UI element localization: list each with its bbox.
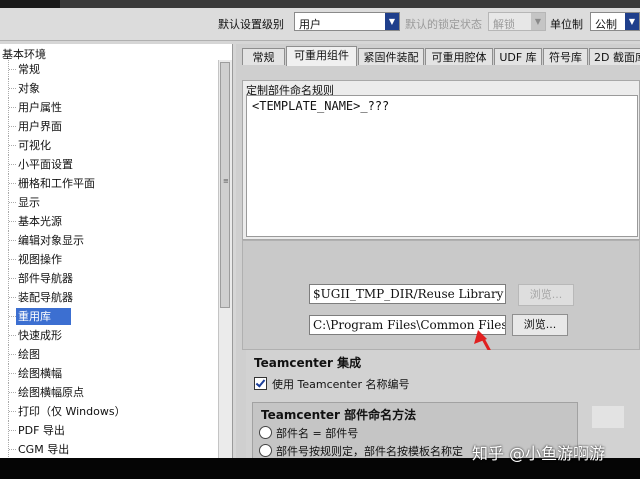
reuse-path-input-1[interactable]: $UGII_TMP_DIR/Reuse Library — [309, 284, 506, 304]
default-level-value: 用户 — [299, 18, 321, 31]
unit-value: 公制 — [595, 18, 617, 31]
tree-item-label: CGM 导出 — [18, 443, 70, 456]
unit-select[interactable]: 公制 ▼ — [590, 12, 640, 31]
tree-item[interactable]: 绘图横幅原点 — [0, 383, 218, 402]
use-teamcenter-naming-label: 使用 Teamcenter 名称编号 — [272, 378, 410, 391]
tree-item-label: 装配导航器 — [18, 291, 73, 304]
use-teamcenter-naming-row[interactable]: 使用 Teamcenter 名称编号 — [254, 376, 409, 392]
tree-item[interactable]: 用户界面 — [0, 117, 218, 136]
default-level-label: 默认设置级别 — [218, 18, 284, 31]
radio-row-part-name[interactable]: 部件名 = 部件号 — [259, 425, 358, 441]
tree-item[interactable]: 装配导航器 — [0, 288, 218, 307]
tree-item[interactable]: 显示 — [0, 193, 218, 212]
tree-item[interactable]: 重用库 — [0, 307, 218, 326]
chevron-down-icon[interactable]: ▼ — [531, 13, 545, 30]
naming-rule-group: 定制部件命名规则 <TEMPLATE_NAME>_??? — [242, 80, 640, 240]
tree-item[interactable]: 绘图 — [0, 345, 218, 364]
radio-row-template-name[interactable]: 部件号按规则定，部件名按模板名称定 — [259, 443, 463, 458]
category-tree: 基本环境 常规 对象 用户属性 用户界面 可视化 小平面设置 栅格和工作平面 显示 基本光源 编辑… — [0, 44, 233, 458]
watermark-text: 知乎 @小鱼游啊游 — [472, 444, 606, 463]
tree-item[interactable]: 快速成形 — [0, 326, 218, 345]
tree-item-label: 可视化 — [18, 139, 51, 152]
tree-item-label: 编辑对象显示 — [18, 234, 84, 247]
tree-item[interactable]: CGM 导出 — [0, 440, 218, 458]
teamcenter-title: Teamcenter 集成 — [254, 356, 362, 370]
radio-template-name[interactable] — [259, 444, 272, 457]
tree-item[interactable]: PDF 导出 — [0, 421, 218, 440]
tree-item-label: 对象 — [18, 82, 40, 95]
tree-item[interactable]: 编辑对象显示 — [0, 231, 218, 250]
tree-item-label: 用户属性 — [18, 101, 62, 114]
browse-button-1[interactable]: 浏览... — [518, 284, 574, 306]
tree-item-label: PDF 导出 — [18, 424, 65, 437]
tree-item-label: 用户界面 — [18, 120, 62, 133]
tree-item[interactable]: 可视化 — [0, 136, 218, 155]
tree-item-label: 部件导航器 — [18, 272, 73, 285]
scrollbar-thumb[interactable]: ≡ — [220, 62, 230, 308]
chevron-down-icon[interactable]: ▼ — [385, 13, 399, 30]
tree-item-label: 绘图 — [18, 348, 40, 361]
lock-state-select[interactable]: 解锁 ▼ — [488, 12, 546, 31]
lock-state-value: 解锁 — [493, 18, 515, 31]
naming-rule-textarea[interactable]: <TEMPLATE_NAME>_??? — [246, 95, 638, 237]
unit-label: 单位制 — [550, 18, 583, 31]
library-paths-area: $UGII_TMP_DIR/Reuse Library 浏览... C:\Pro… — [242, 240, 640, 350]
tree-item[interactable]: 打印（仅 Windows） — [0, 402, 218, 421]
tree-item-label: 视图操作 — [18, 253, 62, 266]
radio-part-name-eq-number[interactable] — [259, 426, 272, 439]
tree-item-label: 栅格和工作平面 — [18, 177, 95, 190]
tree-item-label: 打印（仅 Windows） — [18, 405, 126, 418]
tree-item[interactable]: 栅格和工作平面 — [0, 174, 218, 193]
tree-item-label: 常规 — [18, 63, 40, 76]
customer-defaults-dialog: 默认设置级别 用户 ▼ 默认的锁定状态 解锁 ▼ 单位制 公制 ▼ 基本环境 常… — [0, 0, 640, 458]
tab-1[interactable]: 可重用组件 — [286, 46, 357, 66]
tree-item-label: 绘图横幅 — [18, 367, 62, 380]
tree-list: 常规对象用户属性用户界面可视化小平面设置栅格和工作平面 显示基本光源编辑对象显示视… — [0, 60, 218, 458]
radio-part-name-label: 部件名 = 部件号 — [276, 427, 359, 440]
title-strip — [0, 0, 640, 8]
tree-item-label: 快速成形 — [18, 329, 62, 342]
tree-item-label: 显示 — [18, 196, 40, 209]
tree-item[interactable]: 绘图横幅 — [0, 364, 218, 383]
tree-item-label: 基本光源 — [18, 215, 62, 228]
tree-item[interactable]: 视图操作 — [0, 250, 218, 269]
tree-item[interactable]: 小平面设置 — [0, 155, 218, 174]
chevron-down-icon[interactable]: ▼ — [625, 13, 639, 30]
tree-scrollbar[interactable]: ≡ — [218, 60, 232, 458]
settings-toolbar: 默认设置级别 用户 ▼ 默认的锁定状态 解锁 ▼ 单位制 公制 ▼ — [0, 8, 640, 41]
tree-item[interactable]: 用户属性 — [0, 98, 218, 117]
tree-item[interactable]: 部件导航器 — [0, 269, 218, 288]
default-level-select[interactable]: 用户 ▼ — [294, 12, 400, 31]
tree-item[interactable]: 基本光源 — [0, 212, 218, 231]
tree-item-label: 小平面设置 — [18, 158, 73, 171]
lock-state-label: 默认的锁定状态 — [405, 18, 482, 31]
tree-item[interactable]: 对象 — [0, 79, 218, 98]
naming-method-title: Teamcenter 部件命名方法 — [261, 408, 417, 422]
tree-item-label: 绘图横幅原点 — [18, 386, 84, 399]
tree-item-label: 重用库 — [16, 308, 71, 325]
watermark-badge — [592, 406, 624, 428]
tree-item[interactable]: 常规 — [0, 60, 218, 79]
browse-button-2[interactable]: 浏览... — [512, 314, 568, 336]
radio-template-name-label: 部件号按规则定，部件名按模板名称定 — [276, 445, 463, 458]
use-teamcenter-naming-checkbox[interactable] — [254, 377, 267, 390]
grip-icon: ≡ — [223, 177, 229, 185]
